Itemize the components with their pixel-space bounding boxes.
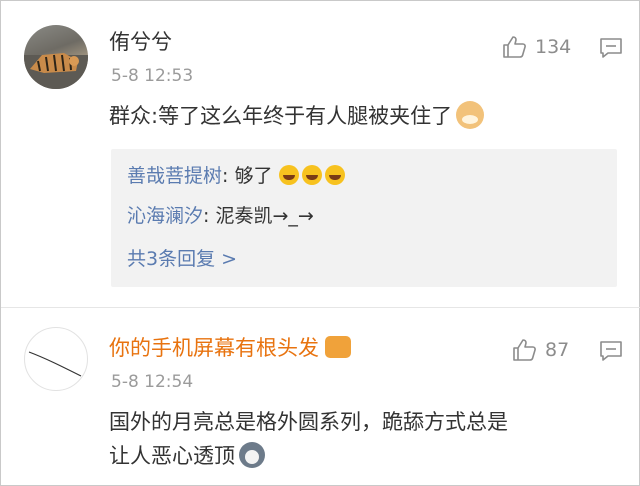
like-button[interactable]: 134 <box>501 34 571 60</box>
comment-username[interactable]: 你的手机屏幕有根头发 <box>109 336 319 360</box>
comment-divider <box>1 307 640 308</box>
comment-text-line-wrap: 让人恶心透顶 <box>109 439 508 473</box>
like-count: 87 <box>545 339 570 361</box>
reply-text: 泥奏凯→_→ <box>215 205 314 227</box>
comment-username-row: 你的手机屏幕有根头发 <box>109 335 351 361</box>
comment-body: 国外的月亮总是格外圆系列，跪舔方式总是 让人恶心透顶 <box>109 405 508 473</box>
doge-emoji-icon <box>456 101 485 129</box>
hair-line-avatar <box>28 351 82 377</box>
reply-button[interactable] <box>599 37 623 63</box>
reply-thread: 善哉菩提树: 够了 沁海澜汐: 泥奏凯→_→ 共3条回复 > <box>111 149 617 287</box>
thumbs-up-icon <box>513 339 536 361</box>
comment-text-line: 让人恶心透顶 <box>109 444 235 468</box>
laughing-emoji-icon <box>278 165 299 185</box>
more-replies-link[interactable]: 共3条回复 > <box>127 247 237 271</box>
comment-text: 群众:等了这么年终于有人腿被夹住了 <box>109 104 453 128</box>
user-avatar[interactable] <box>24 327 88 391</box>
comment-icon <box>600 38 622 58</box>
reply-item: 善哉菩提树: 够了 <box>127 163 348 189</box>
husky-emoji-icon <box>239 442 265 468</box>
laughing-emoji-icon <box>324 165 345 185</box>
reply-username[interactable]: 沁海澜汐 <box>127 205 203 227</box>
reply-text: 够了 <box>234 165 273 187</box>
thumbs-up-icon <box>503 36 526 58</box>
comment-icon <box>600 341 622 361</box>
comment-body: 群众:等了这么年终于有人腿被夹住了 <box>109 99 485 133</box>
crown-badge-icon <box>325 336 351 358</box>
reply-item: 沁海澜汐: 泥奏凯→_→ <box>127 203 314 229</box>
reply-separator: : <box>203 205 216 227</box>
reply-button[interactable] <box>599 340 623 366</box>
comment-text-line: 国外的月亮总是格外圆系列，跪舔方式总是 <box>109 410 508 434</box>
tiger-photo-avatar <box>24 53 88 89</box>
laughing-emoji-icon <box>301 165 322 185</box>
comment-timestamp: 5-8 12:54 <box>111 372 194 392</box>
comment-username[interactable]: 侑兮兮 <box>109 29 172 55</box>
reply-separator: : <box>222 165 235 187</box>
user-avatar[interactable] <box>24 25 88 89</box>
reply-username[interactable]: 善哉菩提树 <box>127 165 222 187</box>
like-button[interactable]: 87 <box>511 337 569 363</box>
comment-timestamp: 5-8 12:53 <box>111 66 194 86</box>
like-count: 134 <box>535 36 572 58</box>
